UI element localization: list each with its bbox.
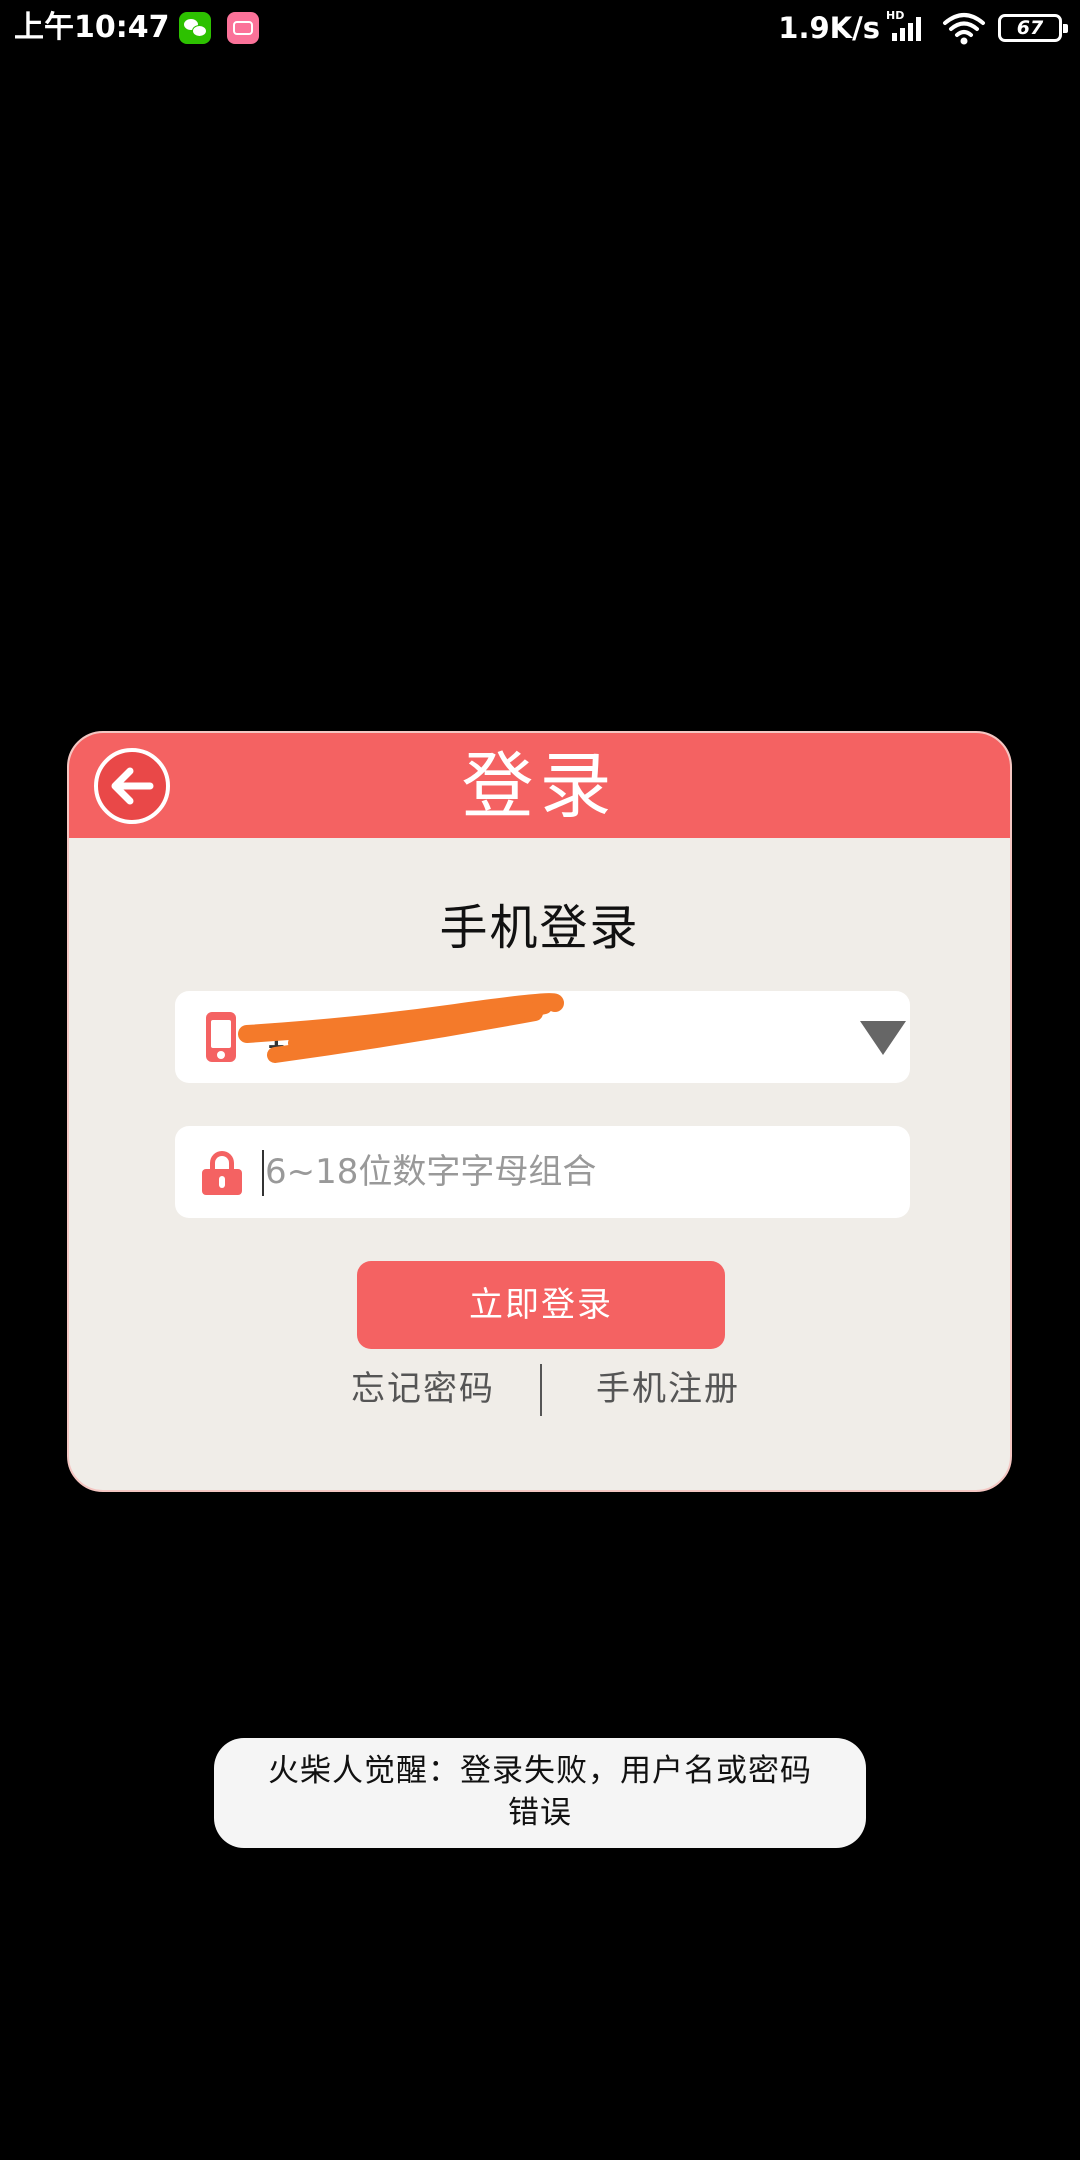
error-toast: 火柴人觉醒：登录失败，用户名或密码错误 (214, 1738, 866, 1848)
battery-icon: 67 (998, 14, 1068, 42)
text-caret (262, 1150, 264, 1196)
wifi-icon (942, 11, 986, 45)
network-speed: 1.9K/s (778, 11, 880, 45)
forgot-password-link[interactable]: 忘记密码 (351, 1359, 495, 1419)
phone-field[interactable]: 180 (175, 991, 910, 1083)
password-field[interactable] (175, 1126, 910, 1218)
lock-icon (202, 1151, 242, 1195)
battery-level: 67 (1016, 17, 1044, 39)
status-indicators: 1.9K/s HD 67 (778, 6, 1068, 50)
status-bar: 上午10:47 1.9K/s HD 67 (0, 0, 1080, 56)
wechat-icon (179, 12, 211, 44)
phone-register-link[interactable]: 手机注册 (596, 1359, 740, 1419)
phone-icon (206, 1012, 236, 1062)
dropdown-arrow-icon[interactable] (860, 1021, 906, 1055)
signal-icon: HD (884, 9, 926, 45)
link-divider (540, 1364, 542, 1416)
dialog-header: 登录 (69, 733, 1010, 838)
dialog-title: 登录 (461, 744, 618, 828)
bilibili-icon (227, 12, 259, 44)
login-dialog: 登录 手机登录 180 立即登录 忘记密码 手机注册 (67, 731, 1012, 1492)
login-method-title: 手机登录 (439, 900, 640, 956)
signal-hd-label: HD (886, 9, 905, 22)
redaction-scribble (238, 993, 564, 1063)
password-input[interactable] (265, 1126, 885, 1218)
login-button[interactable]: 立即登录 (357, 1261, 725, 1349)
status-time: 上午10:47 (14, 10, 170, 45)
